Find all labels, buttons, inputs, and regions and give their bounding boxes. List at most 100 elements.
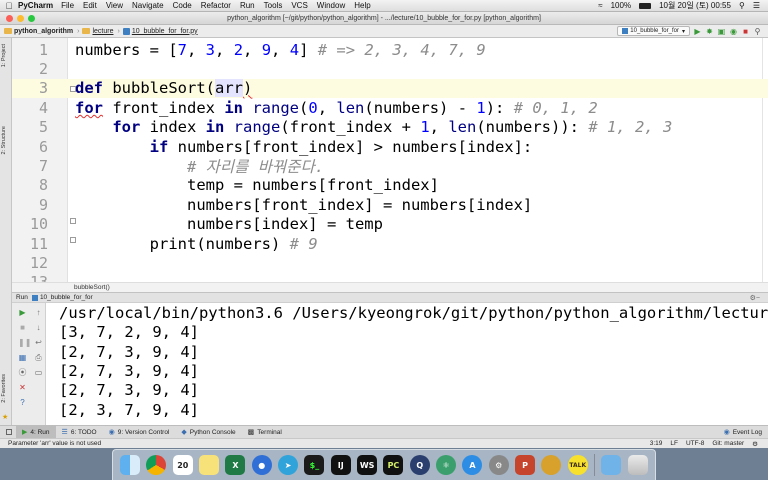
tab-version-control[interactable]: ◉ 9: Version Control <box>103 426 176 439</box>
kakaotalk-icon[interactable]: TALK <box>567 455 588 475</box>
fold-marker[interactable] <box>70 86 76 92</box>
menu-window[interactable]: Window <box>317 1 345 10</box>
clock[interactable]: 10월 20일 (토) 00:55 <box>659 0 731 11</box>
excel-icon[interactable]: X <box>225 455 246 475</box>
fold-marker[interactable] <box>70 237 76 243</box>
fold-marker[interactable] <box>70 218 76 224</box>
file-encoding[interactable]: UTF-8 <box>686 440 704 448</box>
battery-icon[interactable] <box>639 2 652 9</box>
code-line-4[interactable]: 4 for front_index in range(0, len(number… <box>12 98 768 117</box>
pin-icon[interactable]: ⦿ <box>18 368 27 377</box>
tab-favorites[interactable]: 2: Favorites <box>1 374 7 403</box>
chrome-icon[interactable] <box>146 455 167 475</box>
wifi-icon[interactable]: ≈ <box>598 1 602 10</box>
atom-icon[interactable]: ⚛ <box>436 455 457 475</box>
run-console-output[interactable]: /usr/local/bin/python3.6 /Users/kyeongro… <box>46 303 768 425</box>
terminal-app-icon[interactable]: $_ <box>304 455 325 475</box>
tab-python-console[interactable]: ◆ Python Console <box>175 426 241 439</box>
search-icon[interactable]: ⚲ <box>739 1 745 10</box>
code-line-7[interactable]: 7 # 자리를 바꿔준다. <box>12 156 768 176</box>
close-icon[interactable]: ✕ <box>18 383 27 392</box>
tab-terminal[interactable]: ▩ Terminal <box>242 426 288 439</box>
close-window-button[interactable] <box>6 15 13 22</box>
gear-icon[interactable]: ⚙− <box>750 294 768 302</box>
webstorm-icon[interactable]: WS <box>357 455 378 475</box>
tab-event-log[interactable]: ◉ Event Log <box>718 426 768 439</box>
tab-structure[interactable]: 2: Structure <box>1 126 7 154</box>
code-line-12[interactable]: 12 <box>12 253 768 272</box>
code-structure-breadcrumb[interactable]: bubbleSort() <box>12 282 768 292</box>
code-line-5[interactable]: 5 for index in range(front_index + 1, le… <box>12 118 768 137</box>
finder-icon[interactable] <box>120 455 141 475</box>
run-icon[interactable]: ▶ <box>693 27 702 36</box>
help-icon[interactable]: ? <box>18 398 27 407</box>
status-message[interactable]: Parameter 'arr' value is not used <box>8 440 101 447</box>
menu-app-name[interactable]: PyCharm <box>18 1 53 10</box>
scroll-up-icon[interactable]: ↑ <box>34 308 43 317</box>
line-separator[interactable]: LF <box>670 440 678 448</box>
run-tab-label[interactable]: 10_bubble_for_for <box>40 294 93 301</box>
soft-wrap-icon[interactable]: ↩ <box>34 338 43 347</box>
menu-help[interactable]: Help <box>354 1 370 10</box>
menu-vcs[interactable]: VCS <box>291 1 307 10</box>
code-line-8[interactable]: 8 temp = numbers[front_index] <box>12 176 768 195</box>
powerpoint-icon[interactable]: P <box>515 455 536 475</box>
print-icon[interactable]: ⎙ <box>34 353 43 362</box>
trash-icon[interactable] <box>627 455 648 475</box>
menu-navigate[interactable]: Navigate <box>132 1 164 10</box>
maximize-window-button[interactable] <box>28 15 35 22</box>
app-store-icon[interactable]: A <box>462 455 483 475</box>
nav-folder[interactable]: lecture <box>82 28 113 35</box>
debug-icon[interactable]: ✸ <box>705 27 714 36</box>
menu-refactor[interactable]: Refactor <box>201 1 231 10</box>
downloads-folder-icon[interactable] <box>601 455 622 475</box>
code-line-3[interactable]: 3 def bubbleSort(arr) <box>12 78 768 99</box>
tab-run[interactable]: ▶ 4: Run <box>16 425 56 439</box>
menu-view[interactable]: View <box>106 1 123 10</box>
pause-icon[interactable]: ❚❚ <box>18 338 31 347</box>
intellij-icon[interactable]: IJ <box>330 455 351 475</box>
coins-app-icon[interactable] <box>541 455 562 475</box>
menu-list-icon[interactable]: ☰ <box>753 1 760 10</box>
quicktime-icon[interactable]: Q <box>409 455 430 475</box>
maps-pin-icon[interactable]: ● <box>251 455 272 475</box>
layout-icon[interactable]: ▦ <box>18 353 27 362</box>
code-line-1[interactable]: 1 numbers = [7, 3, 2, 9, 4] # => 2, 3, 4… <box>12 40 768 59</box>
calendar-icon[interactable]: 20 <box>172 455 193 475</box>
code-line-11[interactable]: 11 print(numbers) # 9 <box>12 234 768 253</box>
nav-file[interactable]: 10_bubble_for_for.py <box>122 27 198 35</box>
menu-edit[interactable]: Edit <box>83 1 97 10</box>
telegram-icon[interactable]: ➤ <box>278 455 299 475</box>
menu-run[interactable]: Run <box>240 1 255 10</box>
search-everywhere-icon[interactable]: ⚲ <box>753 27 762 36</box>
square-icon[interactable] <box>6 429 12 435</box>
system-preferences-icon[interactable]: ⚙ <box>488 455 509 475</box>
scroll-down-icon[interactable]: ↓ <box>34 323 43 332</box>
battery-percent[interactable]: 100% <box>611 1 631 10</box>
git-branch[interactable]: Git: master <box>712 440 744 448</box>
tab-todo[interactable]: ☰ 6: TODO <box>56 426 103 439</box>
code-line-9[interactable]: 9 numbers[front_index] = numbers[index] <box>12 195 768 214</box>
code-editor[interactable]: 1 numbers = [7, 3, 2, 9, 4] # => 2, 3, 4… <box>12 38 768 282</box>
rerun-icon[interactable]: ▶ <box>18 308 27 317</box>
code-line-10[interactable]: 10 numbers[index] = temp <box>12 215 768 234</box>
notes-icon[interactable] <box>199 455 220 475</box>
menu-tools[interactable]: Tools <box>264 1 283 10</box>
tab-project[interactable]: 1: Project <box>1 44 7 67</box>
stop-icon[interactable]: ■ <box>741 27 750 36</box>
menu-code[interactable]: Code <box>173 1 192 10</box>
code-line-13[interactable]: 13 <box>12 273 768 282</box>
lock-icon[interactable]: ⚙ <box>752 440 758 448</box>
pycharm-icon[interactable]: PC <box>383 455 404 475</box>
code-line-2[interactable]: 2 <box>12 59 768 78</box>
nav-project[interactable]: python_algorithm <box>4 28 73 35</box>
coverage-icon[interactable]: ▣ <box>717 27 726 36</box>
trash-icon[interactable]: ▭ <box>34 368 43 377</box>
stop-icon[interactable]: ■ <box>18 323 27 332</box>
code-line-6[interactable]: 6 if numbers[front_index] > numbers[inde… <box>12 137 768 156</box>
caret-position[interactable]: 3:19 <box>650 440 663 448</box>
profile-icon[interactable]: ◉ <box>729 27 738 36</box>
menu-file[interactable]: File <box>61 1 74 10</box>
apple-icon[interactable]:  <box>0 1 18 11</box>
minimize-window-button[interactable] <box>17 15 24 22</box>
